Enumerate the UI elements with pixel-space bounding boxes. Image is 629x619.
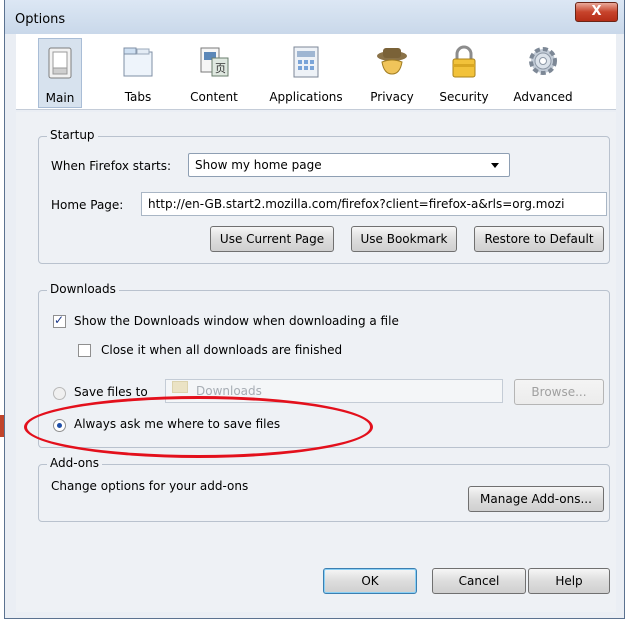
mask-icon bbox=[377, 48, 407, 75]
tab-privacy-label: Privacy bbox=[370, 90, 414, 104]
downloads-legend: Downloads bbox=[47, 282, 119, 296]
svg-text:页: 页 bbox=[215, 62, 226, 75]
save-files-to-radio[interactable] bbox=[53, 387, 66, 400]
tab-main[interactable]: Main bbox=[38, 38, 82, 108]
tabs-icon bbox=[123, 47, 153, 77]
when-starts-select[interactable]: Show my home page bbox=[188, 153, 510, 177]
close-button[interactable]: X bbox=[575, 2, 618, 22]
close-when-finished-label: Close it when all downloads are finished bbox=[101, 343, 343, 357]
tab-content[interactable]: 页 Content bbox=[186, 38, 242, 108]
tab-security[interactable]: Security bbox=[436, 38, 492, 108]
tab-main-label: Main bbox=[45, 91, 75, 105]
title-bar: Options X bbox=[5, 0, 624, 34]
content-icon: 页 bbox=[200, 47, 229, 77]
help-button[interactable]: Help bbox=[528, 568, 610, 594]
tab-advanced-label: Advanced bbox=[513, 90, 573, 104]
manage-addons-button[interactable]: Manage Add-ons... bbox=[468, 486, 604, 512]
folder-icon bbox=[172, 381, 188, 393]
switch-icon bbox=[48, 47, 72, 79]
cancel-button[interactable]: Cancel bbox=[432, 568, 526, 594]
addons-legend: Add-ons bbox=[47, 456, 102, 470]
tab-tabs[interactable]: Tabs bbox=[116, 38, 160, 108]
close-when-finished-checkbox[interactable] bbox=[78, 344, 91, 357]
when-starts-label: When Firefox starts: bbox=[51, 159, 172, 173]
when-starts-value: Show my home page bbox=[195, 158, 322, 172]
main-panel: Startup When Firefox starts: Show my hom… bbox=[16, 112, 616, 612]
tab-content-label: Content bbox=[190, 90, 238, 104]
home-page-input[interactable]: http://en-GB.start2.mozilla.com/firefox?… bbox=[141, 192, 607, 216]
options-toolbar: Main Tabs 页 Content Applications Privacy… bbox=[16, 34, 616, 110]
show-downloads-label: Show the Downloads window when downloadi… bbox=[74, 314, 399, 328]
restore-default-button[interactable]: Restore to Default bbox=[474, 226, 604, 252]
chevron-down-icon bbox=[491, 163, 499, 168]
applications-icon bbox=[293, 46, 319, 78]
tab-privacy[interactable]: Privacy bbox=[368, 38, 416, 108]
startup-group: Startup When Firefox starts: Show my hom… bbox=[38, 128, 610, 264]
tab-security-label: Security bbox=[439, 90, 489, 104]
show-downloads-checkbox[interactable] bbox=[53, 313, 66, 328]
addons-description: Change options for your add-ons bbox=[51, 479, 249, 493]
browse-button[interactable]: Browse... bbox=[514, 379, 604, 405]
use-bookmark-button[interactable]: Use Bookmark bbox=[351, 226, 457, 252]
home-page-value: http://en-GB.start2.mozilla.com/firefox?… bbox=[148, 197, 565, 211]
ok-button[interactable]: OK bbox=[323, 568, 417, 594]
addons-group: Add-ons Change options for your add-ons … bbox=[38, 456, 610, 522]
startup-legend: Startup bbox=[47, 128, 98, 142]
options-dialog: Options X Main Tabs 页 Content Applicatio… bbox=[4, 0, 625, 619]
tab-tabs-label: Tabs bbox=[124, 90, 152, 104]
tab-applications[interactable]: Applications bbox=[264, 38, 348, 108]
save-files-to-label: Save files to bbox=[74, 385, 148, 399]
tab-applications-label: Applications bbox=[269, 90, 343, 104]
tab-advanced[interactable]: Advanced bbox=[508, 38, 578, 108]
gear-icon bbox=[529, 47, 557, 75]
close-icon: X bbox=[591, 4, 602, 19]
home-page-label: Home Page: bbox=[51, 198, 124, 212]
window-title: Options bbox=[15, 12, 66, 27]
lock-icon bbox=[452, 45, 476, 78]
annotation-highlight-ellipse bbox=[24, 396, 373, 458]
use-current-page-button[interactable]: Use Current Page bbox=[210, 226, 334, 252]
